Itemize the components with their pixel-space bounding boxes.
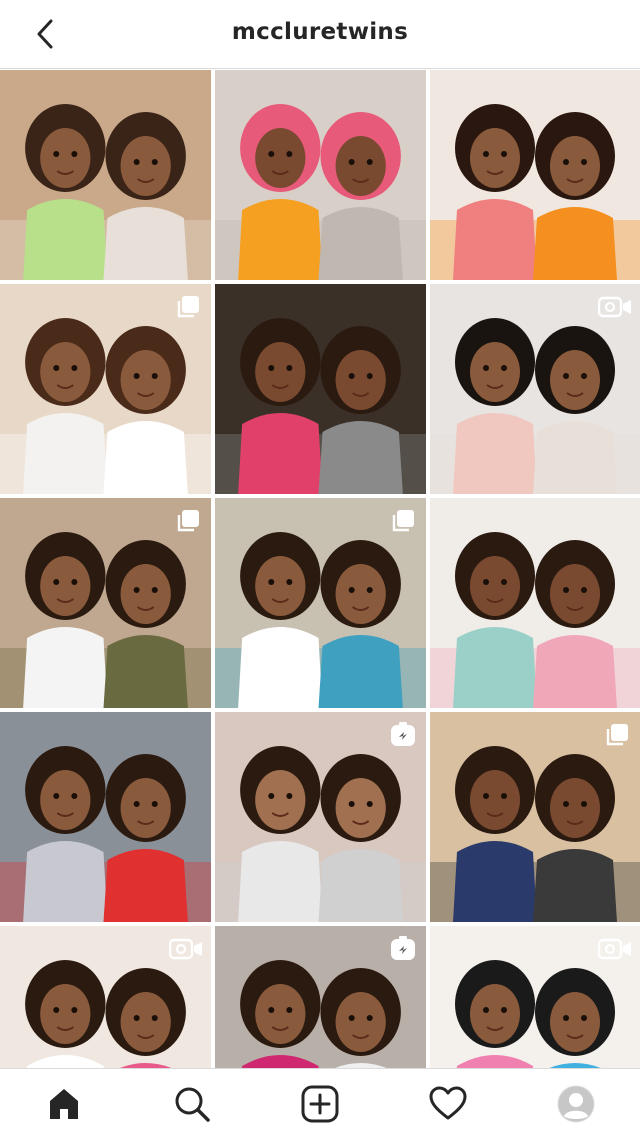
grid-post[interactable] [215,498,426,708]
nav-activity[interactable] [416,1072,480,1136]
video-badge [598,294,632,320]
carousel-badge [175,294,201,320]
grid-post[interactable] [215,926,426,1068]
search-icon [175,1087,210,1122]
carousel-badge [175,508,201,534]
grid-post[interactable] [430,70,640,280]
carousel-icon [606,724,628,746]
grid-post[interactable] [430,926,640,1068]
post-image [430,70,640,280]
post-image [215,284,426,494]
heart-icon [429,1086,467,1120]
carousel-icon [392,510,414,532]
grid-post[interactable] [430,498,640,708]
carousel-icon [177,510,199,532]
reel-badge [390,936,416,962]
video-icon [169,938,202,960]
grid-post[interactable] [0,70,211,280]
video-badge [169,936,203,962]
profile-header: mccluretwins [0,0,640,69]
grid-post[interactable] [0,712,211,922]
video-icon [598,296,631,318]
reel-icon [391,936,415,960]
carousel-badge [390,508,416,534]
grid-post[interactable] [430,284,640,494]
video-badge [598,936,632,962]
post-image [215,70,426,280]
nav-home[interactable] [32,1072,96,1136]
posts-grid [0,70,640,1068]
reel-icon [391,722,415,746]
carousel-badge [604,722,630,748]
nav-new-post[interactable] [288,1072,352,1136]
nav-profile[interactable] [544,1072,608,1136]
grid-post[interactable] [430,712,640,922]
carousel-icon [177,296,199,318]
reel-badge [390,722,416,748]
post-image [0,712,211,922]
grid-post[interactable] [215,70,426,280]
grid-post[interactable] [215,284,426,494]
post-image [430,498,640,708]
username-title: mccluretwins [231,19,409,45]
home-icon [50,1089,78,1119]
grid-post[interactable] [0,926,211,1068]
plus-square-icon [301,1085,339,1123]
grid-post[interactable] [0,498,211,708]
avatar-icon [557,1085,595,1123]
grid-post[interactable] [0,284,211,494]
post-image [0,70,211,280]
video-icon [598,938,631,960]
bottom-nav [0,1068,640,1139]
grid-post[interactable] [215,712,426,922]
nav-search[interactable] [160,1072,224,1136]
